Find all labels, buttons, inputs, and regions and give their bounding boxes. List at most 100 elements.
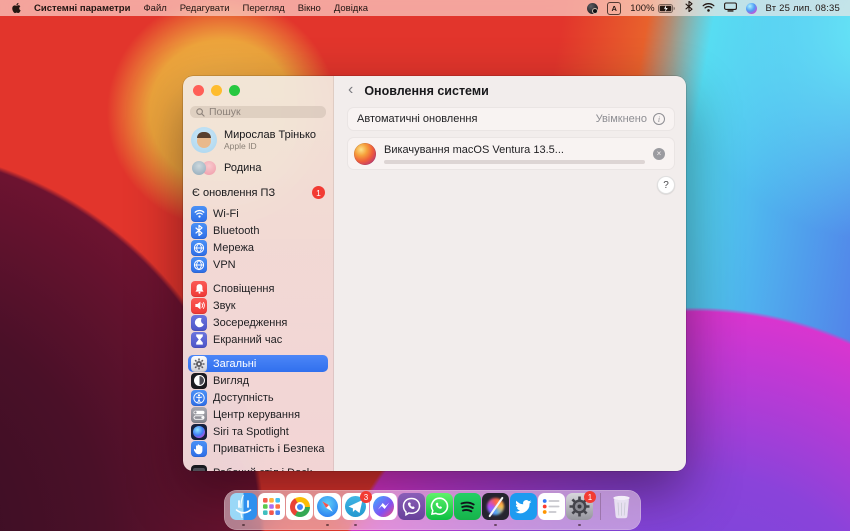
minimize-window-button[interactable] bbox=[211, 85, 222, 96]
battery-icon bbox=[658, 4, 676, 13]
search-placeholder: Пошук bbox=[209, 106, 241, 118]
user-name: Мирослав Трінько bbox=[224, 129, 316, 141]
system-settings-window: Пошук Мирослав Трінько Apple ID Родина Є… bbox=[183, 76, 686, 471]
dock-telegram-icon[interactable]: 3 bbox=[342, 493, 369, 526]
sidebar-item-siri-spotlight[interactable]: Siri та Spotlight bbox=[188, 423, 328, 440]
control-center-icon bbox=[191, 407, 207, 423]
vpn-icon bbox=[191, 257, 207, 273]
info-icon[interactable]: i bbox=[653, 113, 665, 125]
search-input[interactable]: Пошук bbox=[190, 106, 326, 118]
menu-edit[interactable]: Редагувати bbox=[180, 3, 230, 14]
dock-system-settings-icon[interactable]: 1 bbox=[566, 493, 593, 526]
sidebar-item-general[interactable]: Загальні bbox=[188, 355, 328, 372]
apple-id-label: Apple ID bbox=[224, 141, 316, 151]
siri-icon[interactable] bbox=[746, 3, 757, 14]
bell-icon bbox=[191, 281, 207, 297]
hourglass-icon bbox=[191, 332, 207, 348]
battery-percent: 100% bbox=[630, 3, 654, 14]
family-row[interactable]: Родина bbox=[183, 153, 333, 175]
menu-file[interactable]: Файл bbox=[143, 3, 166, 14]
family-label: Родина bbox=[224, 162, 262, 174]
apple-menu[interactable] bbox=[10, 2, 21, 14]
dock-launchpad-icon[interactable] bbox=[258, 493, 285, 526]
dock-viber-icon[interactable] bbox=[398, 493, 425, 526]
apple-icon bbox=[10, 2, 21, 14]
sidebar-list: Wi-Fi Bluetooth Мережа VPN Сповіщення bbox=[183, 205, 333, 471]
dock-spotify-icon[interactable] bbox=[454, 493, 481, 526]
settings-sidebar: Пошук Мирослав Трінько Apple ID Родина Є… bbox=[183, 76, 334, 471]
settings-main-pane: ‹ Оновлення системи Автоматичні оновленн… bbox=[334, 76, 686, 471]
menu-bar: Системні параметри Файл Редагувати Перег… bbox=[0, 0, 850, 16]
menubar-clock[interactable]: Вт 25 лип. 08:35 bbox=[766, 3, 840, 14]
sidebar-item-notifications[interactable]: Сповіщення bbox=[188, 280, 328, 297]
sidebar-item-bluetooth[interactable]: Bluetooth bbox=[188, 222, 328, 239]
software-update-badge: 1 bbox=[312, 186, 325, 199]
appearance-icon bbox=[191, 373, 207, 389]
dock: 3 1 bbox=[224, 490, 641, 530]
menubar-app-name[interactable]: Системні параметри bbox=[34, 3, 130, 14]
download-update-row: Викачування macOS Ventura 13.5... × bbox=[347, 137, 675, 170]
sidebar-item-appearance[interactable]: Вигляд bbox=[188, 372, 328, 389]
bluetooth-icon[interactable] bbox=[685, 1, 693, 15]
menubar-status-area: A 100% Вт 25 лип. 08:35 bbox=[587, 1, 840, 15]
download-label: Викачування macOS Ventura 13.5... bbox=[384, 144, 645, 156]
globe-icon bbox=[191, 240, 207, 256]
sidebar-item-wifi[interactable]: Wi-Fi bbox=[188, 205, 328, 222]
dock-reminders-icon[interactable] bbox=[538, 493, 565, 526]
close-window-button[interactable] bbox=[193, 85, 204, 96]
back-button[interactable]: ‹ bbox=[348, 82, 353, 98]
cancel-download-button[interactable]: × bbox=[653, 148, 665, 160]
zoom-window-button[interactable] bbox=[229, 85, 240, 96]
sidebar-item-sound[interactable]: Звук bbox=[188, 297, 328, 314]
pane-header: ‹ Оновлення системи bbox=[334, 76, 686, 106]
gear-icon bbox=[191, 356, 207, 372]
macos-ventura-icon bbox=[354, 143, 376, 165]
desktop-wallpaper: Системні параметри Файл Редагувати Перег… bbox=[0, 0, 850, 531]
accessibility-icon bbox=[191, 390, 207, 406]
bluetooth-icon bbox=[191, 223, 207, 239]
dock-trash-icon[interactable] bbox=[608, 493, 635, 526]
window-controls bbox=[183, 76, 333, 96]
telegram-badge: 3 bbox=[360, 491, 372, 503]
dock-twitter-icon[interactable] bbox=[510, 493, 537, 526]
moon-icon bbox=[191, 315, 207, 331]
search-icon bbox=[196, 108, 205, 117]
family-avatars bbox=[191, 161, 217, 175]
menubar-app-icon[interactable] bbox=[587, 3, 598, 14]
menu-view[interactable]: Перегляд bbox=[243, 3, 285, 14]
help-button[interactable]: ? bbox=[657, 176, 675, 194]
desktop-dock-icon bbox=[191, 465, 207, 472]
sidebar-item-accessibility[interactable]: Доступність bbox=[188, 389, 328, 406]
sidebar-item-screen-time[interactable]: Екранний час bbox=[188, 331, 328, 348]
menu-window[interactable]: Вікно bbox=[298, 3, 321, 14]
display-mirroring-icon[interactable] bbox=[724, 2, 737, 15]
automatic-updates-row[interactable]: Автоматичні оновлення Увімкнено i bbox=[347, 107, 675, 131]
menu-help[interactable]: Довідка bbox=[334, 3, 368, 14]
software-update-row[interactable]: Є оновлення ПЗ 1 bbox=[183, 175, 333, 205]
automatic-updates-value: Увімкнено bbox=[596, 113, 647, 125]
battery-indicator[interactable]: 100% bbox=[630, 3, 675, 14]
wifi-icon bbox=[191, 206, 207, 222]
siri-icon bbox=[191, 424, 207, 440]
sidebar-item-focus[interactable]: Зосередження bbox=[188, 314, 328, 331]
page-title: Оновлення системи bbox=[364, 84, 488, 98]
wifi-icon[interactable] bbox=[702, 2, 715, 15]
software-update-label: Є оновлення ПЗ bbox=[192, 187, 275, 199]
dock-separator bbox=[600, 493, 601, 520]
sidebar-item-network[interactable]: Мережа bbox=[188, 239, 328, 256]
apple-id-row[interactable]: Мирослав Трінько Apple ID bbox=[183, 118, 333, 153]
sidebar-item-privacy-security[interactable]: Приватність і Безпека bbox=[188, 440, 328, 457]
sidebar-item-vpn[interactable]: VPN bbox=[188, 256, 328, 273]
dock-pixelmator-icon[interactable] bbox=[482, 493, 509, 526]
settings-badge: 1 bbox=[584, 491, 596, 503]
dock-whatsapp-icon[interactable] bbox=[426, 493, 453, 526]
sidebar-item-control-center[interactable]: Центр керування bbox=[188, 406, 328, 423]
dock-chrome-icon[interactable] bbox=[286, 493, 313, 526]
user-avatar bbox=[191, 127, 217, 153]
dock-safari-icon[interactable] bbox=[314, 493, 341, 526]
input-source-indicator[interactable]: A bbox=[607, 2, 621, 15]
dock-messenger-icon[interactable] bbox=[370, 493, 397, 526]
download-progress-bar bbox=[384, 160, 645, 164]
sidebar-item-desktop-dock[interactable]: Робочий стіл і Dock bbox=[188, 464, 328, 471]
dock-finder-icon[interactable] bbox=[230, 493, 257, 526]
